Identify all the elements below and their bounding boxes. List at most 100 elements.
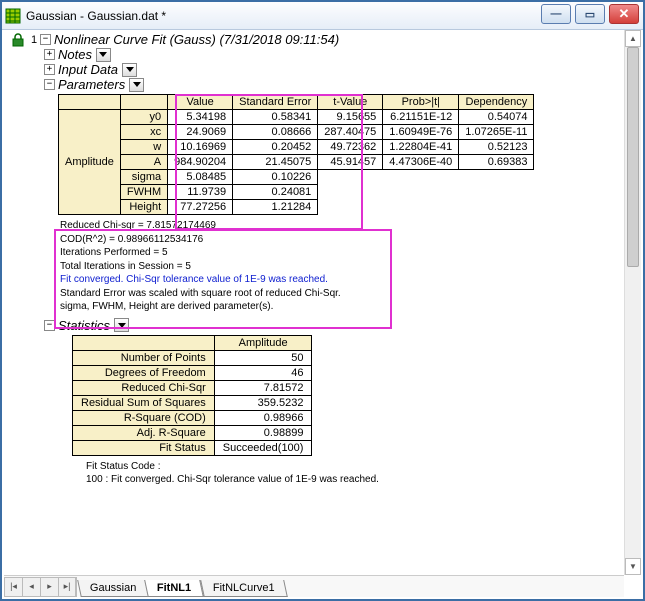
app-icon [2,2,24,29]
parameters-table[interactable]: Value Standard Error t-Value Prob>|t| De… [58,94,534,215]
stats-r1-v: 46 [214,365,312,380]
c: 0.24081 [233,185,318,200]
param-r1-name: xc [120,125,167,140]
param-h-dep: Dependency [459,95,534,110]
tab-nav-next[interactable]: ▸ [40,577,58,597]
fitinfo-l5: Fit converged. Chi-Sqr tolerance value o… [60,273,386,287]
param-h-value: Value [168,95,233,110]
param-h-t: t-Value [318,95,383,110]
expand-notes[interactable]: + [44,49,55,60]
c: 0.69383 [459,155,534,170]
scroll-thumb[interactable] [627,47,639,267]
section-input: Input Data [58,62,118,77]
status-l1: Fit Status Code : [86,460,624,474]
c: 10.16969 [168,140,233,155]
c: 4.47306E-40 [383,155,459,170]
stats-corner [73,335,215,350]
param-r6-name: Height [120,200,167,215]
stats-r4-v: 0.98966 [214,410,312,425]
param-r0-name: y0 [120,110,167,125]
fit-status-note: Fit Status Code : 100 : Fit converged. C… [86,460,624,487]
c: 0.20452 [233,140,318,155]
titlebar[interactable]: Gaussian - Gaussian.dat * — ▭ ✕ [2,2,643,30]
fitinfo-l6: Standard Error was scaled with square ro… [60,287,386,301]
vertical-scrollbar[interactable]: ▲ ▼ [624,30,641,575]
expand-main[interactable]: − [40,34,51,45]
c: 0.08666 [233,125,318,140]
stats-r1-l: Degrees of Freedom [73,365,215,380]
statistics-dropdown[interactable] [114,318,129,332]
section-notes: Notes [58,47,92,62]
c: 21.45075 [233,155,318,170]
c: 11.9739 [168,185,233,200]
fitinfo-l4: Total Iterations in Session = 5 [60,260,386,274]
window-title: Gaussian - Gaussian.dat * [24,2,541,29]
c: 1.07265E-11 [459,125,534,140]
notes-dropdown[interactable] [96,48,111,62]
stats-r2-v: 7.81572 [214,380,312,395]
stats-r0-l: Number of Points [73,350,215,365]
stats-r6-l: Fit Status [73,440,215,455]
close-button[interactable]: ✕ [609,4,639,24]
param-corner [59,95,121,110]
parameters-dropdown[interactable] [129,78,144,92]
app-window: Gaussian - Gaussian.dat * — ▭ ✕ 1 − Nonl… [0,0,645,601]
minimize-button[interactable]: — [541,4,571,24]
param-r0-t: 9.15655 [318,110,383,125]
tab-nav-prev[interactable]: ◂ [22,577,40,597]
stats-r3-l: Residual Sum of Squares [73,395,215,410]
fit-info-box: Reduced Chi-sqr = 7.81572174469 COD(R^2)… [58,217,388,316]
scroll-up-button[interactable]: ▲ [625,30,641,47]
c: 1.22804E-41 [383,140,459,155]
tab-nav-last[interactable]: ▸| [58,577,76,597]
param-r3-name: A [120,155,167,170]
param-r0-dep: 0.54074 [459,110,534,125]
lock-icon[interactable] [8,33,28,47]
param-r5-name: FWHM [120,185,167,200]
stats-r3-v: 359.5232 [214,395,312,410]
stats-r5-v: 0.98899 [214,425,312,440]
c: 984.90204 [168,155,233,170]
stats-header: Amplitude [214,335,312,350]
stats-r2-l: Reduced Chi-Sqr [73,380,215,395]
expand-parameters[interactable]: − [44,79,55,90]
c: 0.52123 [459,140,534,155]
lock-index: 1 [28,34,40,46]
c: 0.10226 [233,170,318,185]
param-namecol [120,95,167,110]
expand-statistics[interactable]: − [44,320,55,331]
stats-r4-l: R-Square (COD) [73,410,215,425]
c: 1.60949E-76 [383,125,459,140]
section-parameters: Parameters [58,77,125,92]
c: 77.27256 [168,200,233,215]
fitinfo-l3: Iterations Performed = 5 [60,246,386,260]
tab-gaussian[interactable]: Gaussian [77,580,149,597]
fit-title: Nonlinear Curve Fit (Gauss) (7/31/2018 0… [54,32,339,47]
param-r2-name: w [120,140,167,155]
stats-r5-l: Adj. R-Square [73,425,215,440]
content-area: 1 − Nonlinear Curve Fit (Gauss) (7/31/20… [4,30,624,575]
statistics-table[interactable]: Amplitude Number of Points50 Degrees of … [72,335,312,456]
sheet-tabbar: |◂ ◂ ▸ ▸| Gaussian FitNL1 FitNLCurve1 [4,575,624,597]
c: 45.91457 [318,155,383,170]
fitinfo-l7: sigma, FWHM, Height are derived paramete… [60,300,386,314]
param-r0-val: 5.34198 [168,110,233,125]
tab-fitnlcurve1[interactable]: FitNLCurve1 [200,580,287,597]
section-statistics: Statistics [58,318,110,333]
tab-nav-first[interactable]: |◂ [4,577,22,597]
c: 1.21284 [233,200,318,215]
stats-r0-v: 50 [214,350,312,365]
param-h-p: Prob>|t| [383,95,459,110]
maximize-button[interactable]: ▭ [575,4,605,24]
c: 5.08485 [168,170,233,185]
scroll-down-button[interactable]: ▼ [625,558,641,575]
status-l2: 100 : Fit converged. Chi-Sqr tolerance v… [86,473,624,487]
expand-input[interactable]: + [44,64,55,75]
stats-r6-v: Succeeded(100) [214,440,312,455]
c: 24.9069 [168,125,233,140]
param-r0-p: 6.21151E-12 [383,110,459,125]
param-r4-name: sigma [120,170,167,185]
param-r0-se: 0.58341 [233,110,318,125]
tab-fitnl1[interactable]: FitNL1 [145,580,205,597]
input-dropdown[interactable] [122,63,137,77]
